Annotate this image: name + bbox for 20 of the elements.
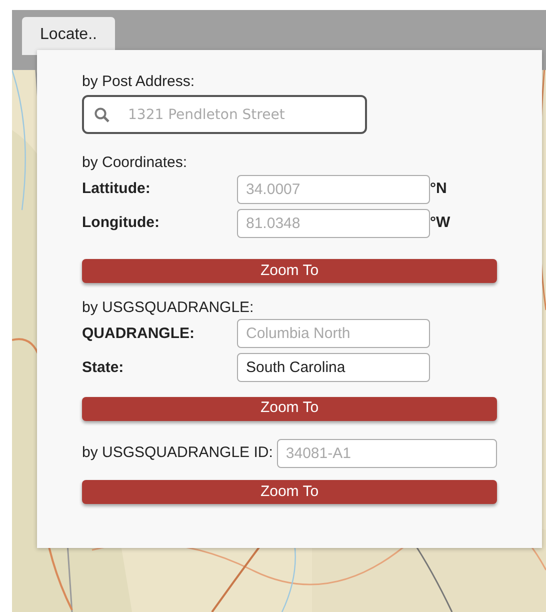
zoom-to-button[interactable]: Zoom To [82, 259, 497, 284]
section-heading: by USGSQUADRANGLE: [82, 298, 255, 318]
search-icon [94, 107, 110, 123]
unit-label: °N [430, 179, 447, 200]
unit-label: °W [430, 213, 450, 234]
zoom-to-button[interactable]: Zoom To [82, 480, 497, 504]
field-label: Lattitude: [82, 179, 152, 200]
section-heading: by USGSQUADRANGLE ID: [82, 442, 273, 463]
input-field[interactable]: Columbia North [237, 319, 430, 348]
section-heading: by Post Address: [82, 72, 196, 92]
input-field[interactable]: 34081-A1 [276, 438, 497, 468]
field-label: QUADRANGLE: [82, 324, 196, 344]
input-field[interactable]: 81.0348 [237, 209, 430, 238]
input-field[interactable]: 34.0007 [237, 175, 430, 204]
section-heading: by Coordinates: [82, 153, 188, 173]
field-label: State: [82, 358, 125, 378]
address-search-field[interactable]: 1321 Pendleton Street [82, 95, 367, 134]
input-field[interactable]: South Carolina [237, 353, 430, 382]
field-label: Longitude: [82, 213, 160, 234]
zoom-to-button[interactable]: Zoom To [82, 396, 497, 420]
